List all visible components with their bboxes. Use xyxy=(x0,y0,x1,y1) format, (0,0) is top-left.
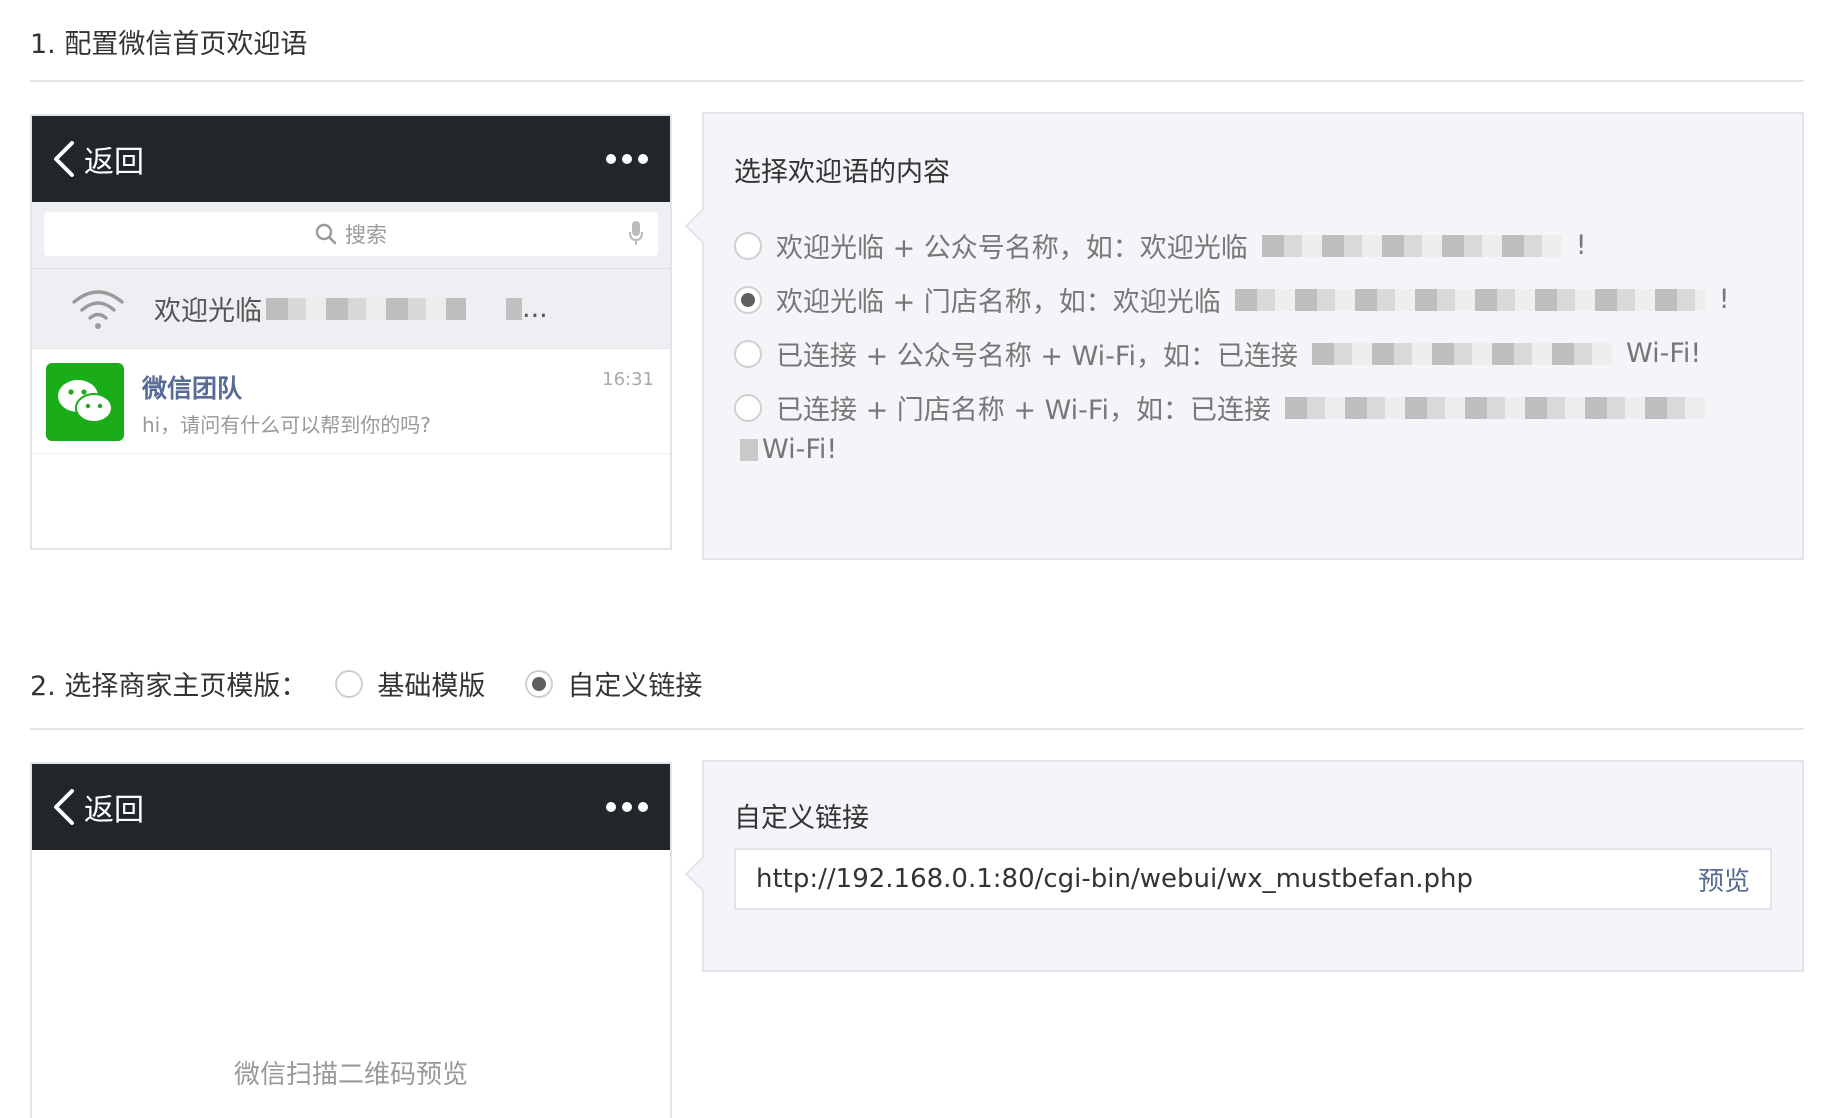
back-label: 返回 xyxy=(84,793,144,828)
custom-link-title: 自定义链接 xyxy=(734,803,869,834)
welcome-option-label: 欢迎光临 + 公众号名称，如：欢迎光临 xyxy=(776,233,1248,264)
search-icon xyxy=(315,223,337,245)
divider xyxy=(30,728,1804,730)
section-2-title: 2. 选择商家主页模版： xyxy=(30,671,308,702)
phone-nav-bar: 返回 xyxy=(32,116,670,202)
chat-timestamp: 16:31 xyxy=(602,369,654,390)
welcome-option-suffix: Wi-Fi! xyxy=(762,434,838,465)
welcome-option-label: 已连接 + 门店名称 + Wi-Fi，如：已连接 xyxy=(776,395,1271,426)
wechat-logo-icon xyxy=(46,363,124,441)
template-option-basic[interactable]: 基础模版 xyxy=(335,664,485,703)
welcome-option-label: 欢迎光临 + 门店名称，如：欢迎光临 xyxy=(776,287,1221,318)
phone-preview-welcome: 返回 搜索 欢迎光临 ... 微信团队 hi，请问有什么可以帮到你的吗? 16:… xyxy=(30,114,672,550)
custom-link-panel: 自定义链接 http://192.168.0.1:80/cgi-bin/webu… xyxy=(685,760,1804,972)
radio-button[interactable] xyxy=(734,339,762,368)
template-option-custom-link[interactable]: 自定义链接 xyxy=(525,664,702,703)
welcome-option-3[interactable]: 已连接 + 公众号名称 + Wi-Fi，如：已连接 Wi-Fi! xyxy=(734,334,1701,373)
template-selector: 2. 选择商家主页模版： 基础模版 自定义链接 xyxy=(30,664,702,703)
phone-preview-homepage: 返回 微信扫描二维码预览 xyxy=(30,762,672,1118)
radio-button-selected[interactable] xyxy=(525,669,554,698)
redacted-name xyxy=(1261,234,1562,257)
custom-link-input[interactable]: http://192.168.0.1:80/cgi-bin/webui/wx_m… xyxy=(734,848,1772,910)
panel-pointer xyxy=(685,209,719,243)
chevron-left-icon xyxy=(54,141,74,177)
more-icon[interactable] xyxy=(606,116,648,202)
template-option-label: 基础模版 xyxy=(377,671,486,702)
radio-button-selected[interactable] xyxy=(734,285,762,314)
welcome-option-2[interactable]: 欢迎光临 + 门店名称，如：欢迎光临 ! xyxy=(734,280,1730,319)
page: 1. 配置微信首页欢迎语 返回 搜索 欢迎光临 ... 微信团队 hi，请问有什… xyxy=(0,0,1842,1118)
redacted-name xyxy=(506,297,522,320)
redacted-name xyxy=(1285,396,1705,419)
back-button[interactable]: 返回 xyxy=(50,764,144,850)
welcome-option-label: 已连接 + 公众号名称 + Wi-Fi，如：已连接 xyxy=(776,341,1298,372)
welcome-option-1[interactable]: 欢迎光临 + 公众号名称，如：欢迎光临 ! xyxy=(734,226,1587,265)
panel-pointer xyxy=(685,857,719,891)
chat-last-message: hi，请问有什么可以帮到你的吗? xyxy=(142,413,431,437)
search-placeholder: 搜索 xyxy=(345,223,387,247)
redacted-name xyxy=(1234,288,1705,311)
preview-link[interactable]: 预览 xyxy=(1698,861,1750,898)
welcome-panel-title: 选择欢迎语的内容 xyxy=(734,157,950,188)
welcome-option-suffix: Wi-Fi! xyxy=(1626,338,1702,369)
radio-button[interactable] xyxy=(734,231,762,260)
wifi-welcome-banner: 欢迎光临 ... xyxy=(32,268,670,348)
welcome-option-4[interactable]: 已连接 + 门店名称 + Wi-Fi，如：已连接 xyxy=(734,388,1705,427)
welcome-option-suffix: ! xyxy=(1575,230,1587,261)
qr-preview-hint: 微信扫描二维码预览 xyxy=(233,1060,468,1090)
redacted-name xyxy=(740,438,758,461)
template-option-label: 自定义链接 xyxy=(567,671,703,702)
custom-link-url: http://192.168.0.1:80/cgi-bin/webui/wx_m… xyxy=(756,864,1473,894)
search-strip: 搜索 xyxy=(32,202,670,268)
welcome-option-suffix: ! xyxy=(1718,284,1730,315)
search-input[interactable]: 搜索 xyxy=(44,212,658,256)
phone-nav-bar: 返回 xyxy=(32,764,670,850)
more-icon[interactable] xyxy=(606,764,648,850)
chat-contact-name: 微信团队 xyxy=(142,374,243,403)
back-label: 返回 xyxy=(84,145,144,180)
chevron-left-icon xyxy=(54,789,74,825)
wifi-welcome-text: 欢迎光临 xyxy=(154,296,262,327)
redacted-name xyxy=(266,297,466,320)
back-button[interactable]: 返回 xyxy=(50,116,144,202)
wifi-ellipsis: ... xyxy=(522,293,548,324)
section-1-title: 1. 配置微信首页欢迎语 xyxy=(30,29,308,60)
divider xyxy=(30,80,1804,82)
redacted-name xyxy=(1312,342,1612,365)
wifi-icon xyxy=(72,289,124,329)
radio-button[interactable] xyxy=(335,669,364,698)
welcome-option-4-continued: Wi-Fi! xyxy=(740,434,837,465)
microphone-icon[interactable] xyxy=(628,220,644,246)
radio-button[interactable] xyxy=(734,393,762,422)
welcome-options-panel: 选择欢迎语的内容 欢迎光临 + 公众号名称，如：欢迎光临 ! 欢迎光临 + 门店… xyxy=(685,112,1804,560)
chat-list-item[interactable]: 微信团队 hi，请问有什么可以帮到你的吗? 16:31 xyxy=(32,348,670,454)
